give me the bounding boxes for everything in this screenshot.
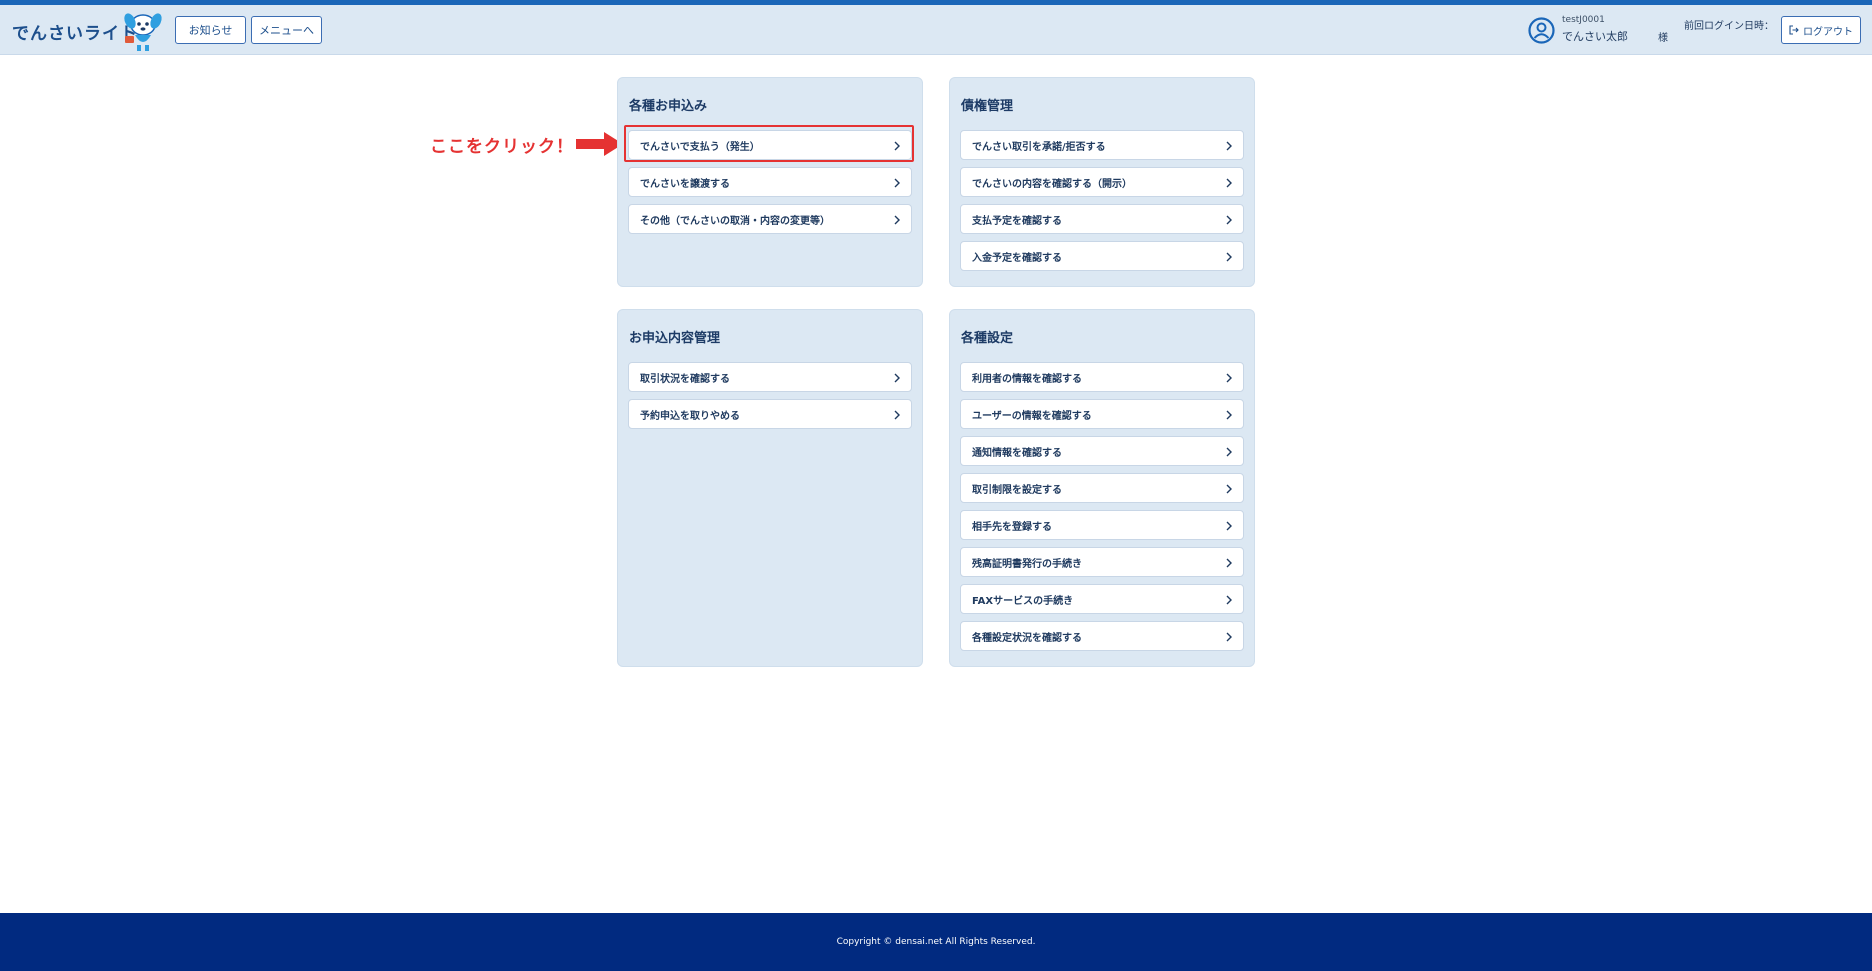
logout-button[interactable]: ログアウト (1781, 16, 1861, 44)
chevron-right-icon (1226, 558, 1232, 568)
menu-item-label: 各種設定状況を確認する (972, 632, 1082, 644)
menu-item-balance-certificate[interactable]: 残高証明書発行の手続き (960, 547, 1244, 577)
menu-item-payment-schedule[interactable]: 支払予定を確認する (960, 204, 1244, 234)
panel-title-settings: 各種設定 (961, 331, 1014, 346)
menu-item-label: 残高証明書発行の手続き (972, 558, 1082, 570)
panel-title-applications: 各種お申込み (629, 99, 708, 114)
menu-item-notification-info[interactable]: 通知情報を確認する (960, 436, 1244, 466)
menu-item-register-partner[interactable]: 相手先を登録する (960, 510, 1244, 540)
chevron-right-icon (1226, 447, 1232, 457)
panel-title-claims: 債権管理 (961, 99, 1014, 114)
menu-item-transfer[interactable]: でんさいを譲渡する (628, 167, 912, 197)
menu-button[interactable]: メニューへ (251, 16, 322, 44)
logout-icon (1789, 25, 1799, 35)
user-honorific: 様 (1658, 33, 1668, 44)
chevron-right-icon (1226, 410, 1232, 420)
app-header: でんさいライト お知らせ メニューへ testJ0001 でんさい太郎 様 前回… (0, 5, 1872, 55)
menu-item-label: でんさい取引を承諾/拒否する (972, 141, 1106, 153)
copyright-text: Copyright © densai.net All Rights Reserv… (836, 937, 1036, 947)
chevron-right-icon (894, 410, 900, 420)
user-name: でんさい太郎 (1562, 30, 1628, 43)
menu-item-label: その他（でんさいの取消・内容の変更等） (640, 215, 830, 227)
panel-title-requests: お申込内容管理 (629, 331, 721, 346)
chevron-right-icon (1226, 521, 1232, 531)
chevron-right-icon (1226, 178, 1232, 188)
menu-item-cancel-reservation[interactable]: 予約申込を取りやめる (628, 399, 912, 429)
menu-item-accept-reject[interactable]: でんさい取引を承諾/拒否する (960, 130, 1244, 160)
menu-item-transaction-limits[interactable]: 取引制限を設定する (960, 473, 1244, 503)
menu-item-label: 利用者の情報を確認する (972, 373, 1082, 385)
menu-item-label: 予約申込を取りやめる (640, 410, 740, 422)
menu-item-label: 取引制限を設定する (972, 484, 1062, 496)
chevron-right-icon (1226, 632, 1232, 642)
chevron-right-icon (1226, 373, 1232, 383)
menu-item-fax-service[interactable]: FAXサービスの手続き (960, 584, 1244, 614)
user-id: testJ0001 (1562, 15, 1605, 25)
click-here-callout: ここをクリック！ (430, 137, 574, 157)
menu-item-label: 相手先を登録する (972, 521, 1052, 533)
menu-item-disclosure[interactable]: でんさいの内容を確認する（開示） (960, 167, 1244, 197)
menu-item-label: でんさいを譲渡する (640, 178, 730, 190)
chevron-right-icon (1226, 141, 1232, 151)
chevron-right-icon (894, 215, 900, 225)
panel-applications: 各種お申込み でんさいで支払う（発生） でんさいを譲渡する その他（でんさいの取… (617, 77, 923, 287)
chevron-right-icon (1226, 484, 1232, 494)
menu-item-label: FAXサービスの手続き (972, 595, 1074, 607)
chevron-right-icon (894, 178, 900, 188)
menu-item-settings-status[interactable]: 各種設定状況を確認する (960, 621, 1244, 651)
menu-item-label: でんさいの内容を確認する（開示） (972, 178, 1132, 190)
page-footer: Copyright © densai.net All Rights Reserv… (0, 913, 1872, 971)
chevron-right-icon (1226, 252, 1232, 262)
menu-item-label: 支払予定を確認する (972, 215, 1062, 227)
logout-label: ログアウト (1803, 26, 1853, 38)
menu-item-user-account-info[interactable]: ユーザーの情報を確認する (960, 399, 1244, 429)
highlight-box (624, 125, 914, 162)
chevron-right-icon (894, 373, 900, 383)
menu-item-label: 取引状況を確認する (640, 373, 730, 385)
menu-item-user-info[interactable]: 利用者の情報を確認する (960, 362, 1244, 392)
menu-item-transaction-status[interactable]: 取引状況を確認する (628, 362, 912, 392)
panel-requests: お申込内容管理 取引状況を確認する 予約申込を取りやめる (617, 309, 923, 667)
panel-settings: 各種設定 利用者の情報を確認する ユーザーの情報を確認する 通知情報を確認する … (949, 309, 1255, 667)
panel-claims: 債権管理 でんさい取引を承諾/拒否する でんさいの内容を確認する（開示） 支払予… (949, 77, 1255, 287)
chevron-right-icon (1226, 595, 1232, 605)
menu-item-deposit-schedule[interactable]: 入金予定を確認する (960, 241, 1244, 271)
menu-item-label: 入金予定を確認する (972, 252, 1062, 264)
app-logo-text[interactable]: でんさいライト (12, 19, 138, 44)
news-button[interactable]: お知らせ (175, 16, 246, 44)
menu-item-label: 通知情報を確認する (972, 447, 1062, 459)
last-login-label: 前回ログイン日時： (1684, 21, 1774, 32)
mascot-logo-icon (124, 13, 162, 51)
menu-item-label: ユーザーの情報を確認する (972, 410, 1092, 422)
chevron-right-icon (1226, 215, 1232, 225)
user-avatar-icon (1528, 17, 1555, 44)
menu-item-other-changes[interactable]: その他（でんさいの取消・内容の変更等） (628, 204, 912, 234)
